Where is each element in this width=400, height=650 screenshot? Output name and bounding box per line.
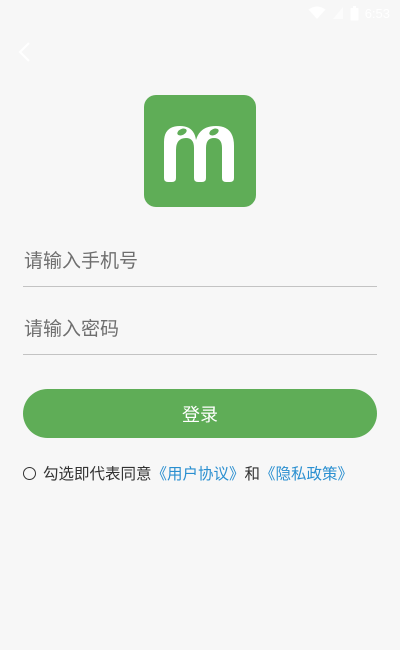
chevron-left-icon (17, 41, 31, 67)
login-button[interactable]: 登录 (23, 389, 377, 438)
login-screen: 6:53 登录 勾选即代表同意 《用户协议》 和 《隐私政策》 (0, 0, 400, 650)
status-bar: 6:53 (308, 0, 400, 26)
phone-field (23, 236, 377, 287)
signal-icon (332, 6, 344, 20)
agreement-conjunction: 和 (244, 465, 261, 483)
battery-icon (350, 5, 359, 21)
agreement-row: 勾选即代表同意 《用户协议》 和 《隐私政策》 (23, 462, 383, 484)
phone-input[interactable] (23, 250, 377, 272)
password-input[interactable] (23, 318, 377, 340)
privacy-policy-link[interactable]: 《隐私政策》 (260, 462, 353, 484)
status-time: 6:53 (364, 5, 390, 21)
password-field (23, 304, 377, 355)
back-button[interactable] (10, 40, 38, 68)
agree-checkbox[interactable] (23, 466, 36, 480)
app-logo (144, 95, 256, 207)
app-logo-m-icon (164, 126, 234, 182)
wifi-icon (308, 6, 326, 20)
user-agreement-link[interactable]: 《用户协议》 (152, 462, 245, 484)
agreement-prefix: 勾选即代表同意 (43, 465, 152, 483)
